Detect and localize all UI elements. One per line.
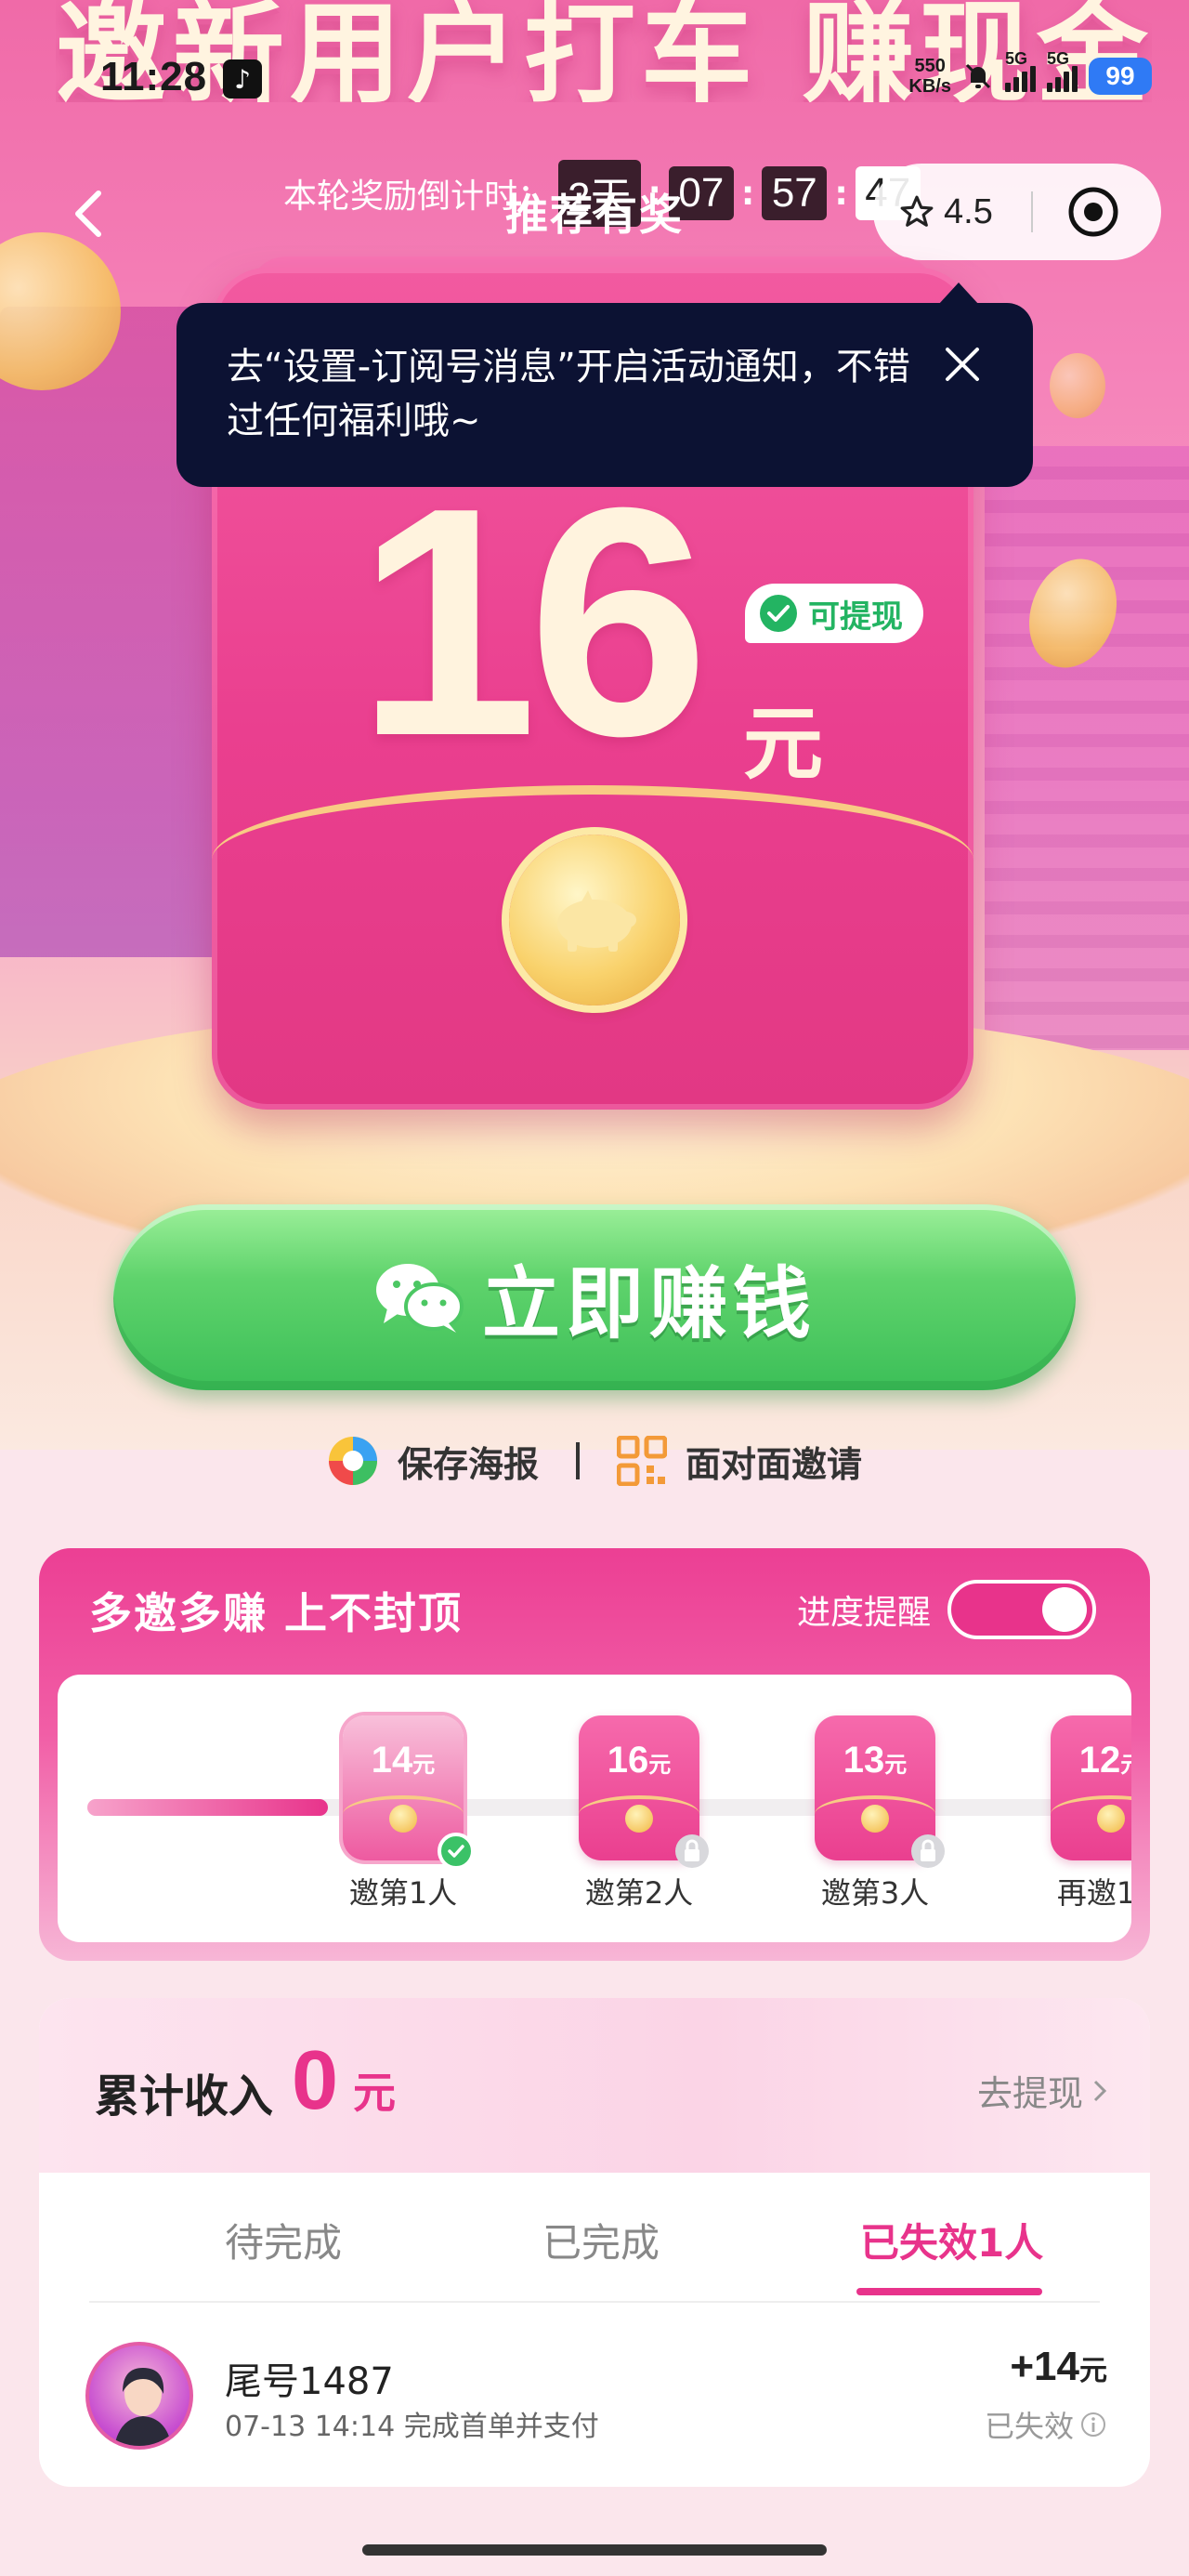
net-speed-value: 550 (914, 56, 946, 76)
withdrawable-tag: 可提现 (745, 584, 923, 643)
close-target-icon[interactable] (1066, 185, 1120, 239)
progress-track-panel: 14元邀第1人 16元邀第2人 13元邀第3人 12元再邀1人 (58, 1675, 1131, 1942)
face-invite-label: 面对面邀请 (686, 1443, 863, 1485)
tab-pending[interactable]: 待完成 (225, 2212, 342, 2268)
tooltip-text: 去“设置-订阅号消息”开启活动通知，不错过任何福利哦~ (227, 346, 910, 442)
income-value: 0 (292, 2034, 339, 2127)
reward-amount: 16 (357, 440, 709, 804)
share-options: 保存海报 面对面邀请 (0, 1431, 1189, 1491)
progress-step: 12元再邀1人 (1027, 1715, 1131, 1912)
signal-label: 5G (1005, 49, 1028, 68)
record-amount-value: +14 (1010, 2344, 1079, 2389)
camera-aperture-icon (328, 1437, 377, 1485)
progress-fill (87, 1799, 328, 1816)
signal-label: 5G (1047, 49, 1070, 68)
progress-step: 14元邀第1人 (320, 1715, 487, 1912)
qr-code-icon (617, 1436, 667, 1486)
chevron-right-icon (1093, 2080, 1107, 2101)
record-amount: +14元 (1010, 2344, 1107, 2390)
signal-icon: 5G (1047, 49, 1078, 92)
withdraw-link-label: 去提现 (976, 2073, 1083, 2114)
lock-icon (673, 1833, 711, 1870)
notification-tooltip: 去“设置-订阅号消息”开启活动通知，不错过任何福利哦~ (176, 283, 1033, 487)
progress-title: 多邀多赚 上不封顶 (89, 1588, 464, 1638)
save-poster-label: 保存海报 (397, 1443, 539, 1485)
income-header: 累计收入 0 元 去提现 (39, 1998, 1150, 2173)
link-divider (576, 1442, 580, 1479)
step-label: 邀第2人 (584, 1875, 694, 1911)
lock-icon (909, 1833, 947, 1870)
pig-icon (557, 890, 636, 952)
step-envelope: 14元 (343, 1715, 475, 1870)
list-item[interactable]: 尾号1487 07-13 14:14 完成首单并支付 +14元 已失效 (85, 2342, 1107, 2453)
step-amount: 12元 (1078, 1740, 1131, 1781)
earn-now-button[interactable]: 立即赚钱 (113, 1204, 1076, 1390)
step-amount: 16元 (607, 1740, 672, 1781)
coin-decoration (1050, 353, 1105, 418)
step-envelope: 16元 (579, 1715, 709, 1868)
user-avatar-icon (114, 2368, 172, 2446)
city-decoration-right (985, 446, 1189, 1050)
reward-unit: 元 (743, 698, 823, 791)
net-speed-unit: KB/s (908, 76, 951, 97)
close-icon[interactable] (942, 344, 983, 385)
tab-completed[interactable]: 已完成 (542, 2212, 660, 2268)
step-label: 邀第1人 (348, 1875, 458, 1911)
step-envelope: 13元 (815, 1715, 945, 1868)
mini-program-capsule: 4.5 (873, 164, 1161, 260)
active-tab-underline (856, 2288, 1042, 2295)
step-amount: 14元 (371, 1740, 436, 1781)
step-amount: 13元 (843, 1740, 908, 1781)
status-indicators: 550 KB/s 5G 5G 99 (908, 48, 1152, 104)
withdraw-link[interactable]: 去提现 (977, 2065, 1107, 2116)
info-icon[interactable] (1079, 2411, 1107, 2438)
face-invite-link[interactable]: 面对面邀请 (617, 1436, 862, 1487)
rating-button[interactable]: 4.5 (873, 192, 1013, 232)
record-detail: 07-13 14:14 完成首单并支付 (225, 2411, 599, 2443)
progress-reminder-label: 进度提醒 (796, 1594, 931, 1632)
wechat-pay-icon (760, 595, 797, 632)
progress-reminder-toggle[interactable] (947, 1580, 1096, 1639)
rating-value: 4.5 (944, 191, 993, 231)
avatar (85, 2342, 193, 2450)
pig-coin-icon (509, 835, 680, 1005)
save-poster-link[interactable]: 保存海报 (327, 1435, 539, 1487)
step-label: 再邀1人 (1056, 1875, 1131, 1911)
income-label: 累计收入 (95, 2070, 274, 2123)
earn-now-label: 立即赚钱 (481, 1257, 817, 1349)
progress-step: 16元邀第2人 (555, 1715, 723, 1912)
progress-step: 13元邀第3人 (791, 1715, 959, 1912)
withdrawable-label: 可提现 (808, 598, 903, 636)
income-card: 累计收入 0 元 去提现 待完成 已完成 已失效1人 尾号1487 07-13 … (39, 1998, 1150, 2487)
star-icon (900, 195, 934, 227)
net-speed: 550 KB/s (908, 56, 951, 97)
income-tabs: 待完成 已完成 已失效1人 (89, 2173, 1100, 2303)
capsule-divider (1031, 191, 1033, 232)
record-status: 已失效 (985, 2403, 1107, 2446)
record-status-label: 已失效 (984, 2409, 1074, 2444)
tab-expired[interactable]: 已失效1人 (860, 2212, 1043, 2268)
home-indicator (362, 2544, 827, 2556)
battery-indicator: 99 (1089, 58, 1152, 95)
tiktok-icon: ♪ (223, 59, 262, 99)
record-amount-unit: 元 (1079, 2355, 1107, 2387)
status-bar: 11:28 ♪ 550 KB/s 5G 5G 99 (0, 0, 1189, 158)
signal-icon: 5G (1005, 49, 1036, 92)
status-time: 11:28 (100, 54, 208, 99)
wechat-icon (375, 1264, 464, 1333)
step-envelope: 12元 (1051, 1715, 1131, 1860)
progress-reminder: 进度提醒 (797, 1580, 1096, 1639)
mute-bell-icon (965, 63, 991, 89)
step-label: 邀第3人 (820, 1875, 930, 1911)
record-name: 尾号1487 (225, 2360, 394, 2403)
income-unit: 元 (353, 2068, 396, 2118)
check-icon (438, 1833, 475, 1870)
invite-progress-card: 多邀多赚 上不封顶 进度提醒 14元邀第1人 16元邀第2人 13元邀第3人 12元再… (39, 1548, 1150, 1961)
